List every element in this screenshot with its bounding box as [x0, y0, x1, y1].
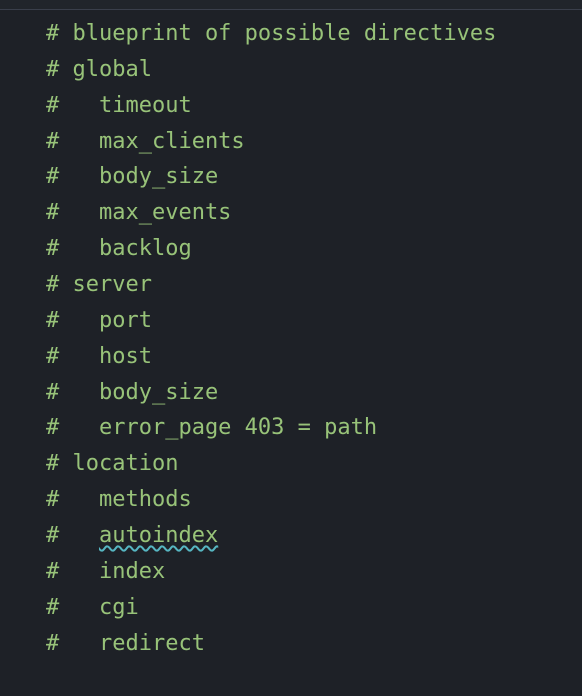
code-line[interactable]: # port: [46, 303, 582, 339]
comment-text: # max_events: [46, 200, 231, 225]
line-number-gutter: [0, 10, 34, 696]
code-line[interactable]: # body_size: [46, 159, 582, 195]
code-line[interactable]: # global: [46, 52, 582, 88]
code-line[interactable]: # cgi: [46, 590, 582, 626]
comment-text-linted: autoindex: [99, 523, 218, 548]
code-line[interactable]: # redirect: [46, 626, 582, 662]
comment-text: # cgi: [46, 595, 139, 620]
code-line[interactable]: # host: [46, 339, 582, 375]
comment-text: # backlog: [46, 236, 192, 261]
code-line[interactable]: # blueprint of possible directives: [46, 16, 582, 52]
code-line[interactable]: # backlog: [46, 231, 582, 267]
code-line[interactable]: # index: [46, 554, 582, 590]
comment-text: # body_size: [46, 380, 218, 405]
code-line[interactable]: # body_size: [46, 375, 582, 411]
code-line[interactable]: # methods: [46, 482, 582, 518]
code-line[interactable]: # error_page 403 = path: [46, 410, 582, 446]
title-bar: [0, 0, 582, 10]
comment-text: #: [46, 523, 99, 548]
comment-text: # location: [46, 451, 178, 476]
code-line[interactable]: # max_clients: [46, 124, 582, 160]
comment-text: # max_clients: [46, 129, 245, 154]
comment-text: # blueprint of possible directives: [46, 21, 496, 46]
comment-text: # index: [46, 559, 165, 584]
editor-area: # blueprint of possible directives # glob…: [0, 10, 582, 696]
code-content[interactable]: # blueprint of possible directives # glob…: [34, 10, 582, 696]
code-line[interactable]: # server: [46, 267, 582, 303]
comment-text: # methods: [46, 487, 192, 512]
code-line[interactable]: # max_events: [46, 195, 582, 231]
comment-text: # host: [46, 344, 152, 369]
comment-text: # body_size: [46, 164, 218, 189]
code-line[interactable]: # location: [46, 446, 582, 482]
comment-text: # error_page 403 = path: [46, 415, 377, 440]
comment-text: # redirect: [46, 631, 205, 656]
code-line[interactable]: # timeout: [46, 88, 582, 124]
comment-text: # global: [46, 57, 152, 82]
code-line[interactable]: # autoindex: [46, 518, 582, 554]
comment-text: # server: [46, 272, 152, 297]
comment-text: # port: [46, 308, 152, 333]
comment-text: # timeout: [46, 93, 192, 118]
